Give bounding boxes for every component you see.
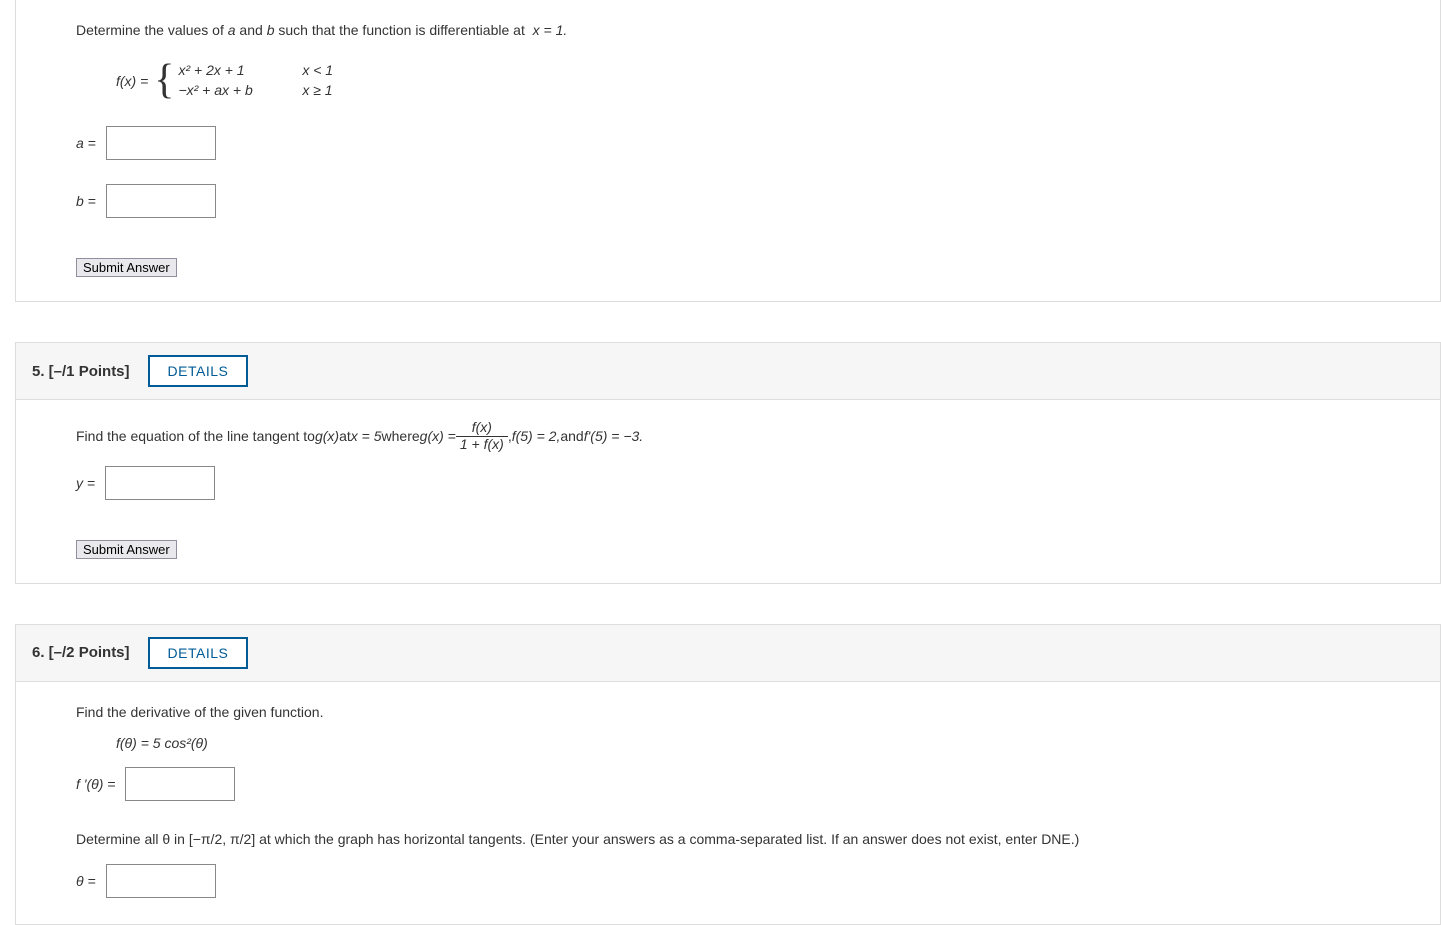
piecewise-row1-expr: x² + 2x + 1 — [178, 61, 298, 81]
q4-piecewise: f(x) = { x² + 2x + 1 x < 1 −x² + ax + b … — [116, 61, 362, 100]
y-input[interactable] — [105, 466, 215, 500]
q6-function: f(θ) = 5 cos²(θ) — [116, 735, 1440, 751]
question-6-body: Find the derivative of the given functio… — [15, 682, 1441, 925]
details-button-q6[interactable]: DETAILS — [148, 637, 249, 669]
q5-prompt: Find the equation of the line tangent to… — [76, 420, 1440, 452]
fx-label: f(x) = — [116, 73, 148, 89]
a-input[interactable] — [106, 126, 216, 160]
q4-prompt: Determine the values of a and b such tha… — [76, 20, 1440, 41]
a-label: a = — [76, 135, 96, 151]
question-4-body: Determine the values of a and b such tha… — [15, 0, 1441, 302]
question-5-body: Find the equation of the line tangent to… — [15, 400, 1441, 584]
theta-input[interactable] — [106, 864, 216, 898]
q6-prompt2: Determine all θ in [−π/2, π/2] at which … — [76, 829, 1440, 850]
theta-label: θ = — [76, 873, 96, 889]
fraction: f(x) 1 + f(x) — [456, 420, 508, 452]
b-input[interactable] — [106, 184, 216, 218]
submit-answer-button-q5[interactable]: Submit Answer — [76, 540, 177, 559]
question-6-header: 6. [–/2 Points] DETAILS — [15, 624, 1441, 682]
piecewise-row2-expr: −x² + ax + b — [178, 81, 298, 101]
y-label: y = — [76, 475, 95, 491]
piecewise-row1-cond: x < 1 — [302, 61, 362, 81]
fprime-input[interactable] — [125, 767, 235, 801]
b-label: b = — [76, 193, 96, 209]
details-button-q5[interactable]: DETAILS — [148, 355, 249, 387]
piecewise-row2-cond: x ≥ 1 — [302, 81, 362, 101]
question-5-header: 5. [–/1 Points] DETAILS — [15, 342, 1441, 400]
left-brace-icon: { — [154, 63, 174, 99]
q6-points: 6. [–/2 Points] — [32, 644, 130, 661]
q5-points: 5. [–/1 Points] — [32, 363, 130, 380]
fprime-label: f '(θ) = — [76, 776, 115, 792]
submit-answer-button-q4[interactable]: Submit Answer — [76, 258, 177, 277]
q6-prompt1: Find the derivative of the given functio… — [76, 702, 1440, 723]
